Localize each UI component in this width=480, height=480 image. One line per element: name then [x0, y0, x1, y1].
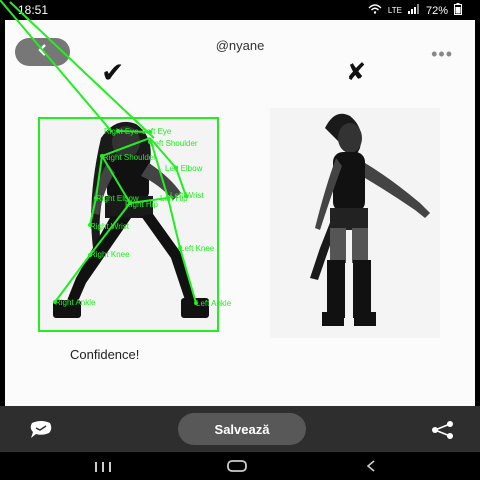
pose-label: Left Hip — [160, 194, 188, 203]
recent-apps-icon[interactable] — [93, 460, 113, 478]
pose-label: Left Knee — [180, 244, 215, 253]
pose-label: Left Eye — [142, 127, 172, 136]
pose-label: Right Wrist — [90, 222, 130, 231]
nav-back-icon[interactable] — [364, 459, 378, 478]
pose-label: Left Shoulder — [150, 139, 198, 148]
share-icon[interactable] — [430, 420, 454, 445]
pose-label: Right Eye — [104, 127, 139, 136]
pose-labels: Right Eye Left Eye Left Shoulder Right S… — [55, 127, 232, 308]
pose-label: Right Knee — [90, 250, 130, 259]
pose-caption: Confidence! — [70, 347, 140, 362]
pose-label: Right Hip — [125, 200, 158, 209]
pose-label: Right Ankle — [55, 298, 96, 307]
comment-icon[interactable] — [28, 420, 54, 445]
save-button[interactable]: Salvează — [178, 413, 306, 445]
system-nav-bar — [0, 452, 480, 480]
pose-label: Left Elbow — [165, 164, 203, 173]
bottom-action-bar: Salvează — [0, 406, 480, 452]
home-icon[interactable] — [226, 459, 248, 478]
pose-label: Left Ankle — [196, 299, 232, 308]
pose-label: Right Shoulder — [103, 153, 156, 162]
